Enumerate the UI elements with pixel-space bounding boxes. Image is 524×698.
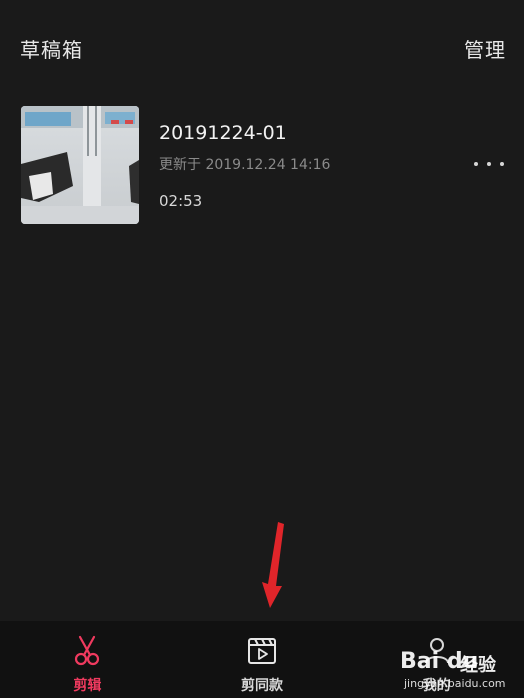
scissors-icon: [75, 635, 100, 666]
red-arrow-annotation: [262, 522, 284, 608]
clapperboard-icon: [248, 638, 276, 664]
more-icon[interactable]: [474, 154, 504, 174]
draft-item[interactable]: 20191224-01 更新于 2019.12.24 14:16 02:53: [0, 104, 524, 226]
thumbnail-image: [21, 106, 139, 224]
more-dot: [500, 162, 504, 166]
tab-edit[interactable]: 剪辑: [0, 621, 175, 698]
watermark-jingyan: 经验: [460, 655, 496, 676]
watermark-url: jingyan.baidu.com: [404, 677, 506, 690]
tab-template-label: 剪同款: [241, 678, 283, 694]
draft-thumbnail[interactable]: [21, 106, 139, 224]
tab-edit-label: 剪辑: [73, 678, 102, 694]
more-dot: [487, 162, 491, 166]
draft-duration: 02:53: [159, 192, 203, 210]
more-dot: [474, 162, 478, 166]
page-title: 草稿箱: [20, 38, 83, 62]
manage-button[interactable]: 管理: [464, 34, 506, 63]
tab-template[interactable]: 剪同款: [175, 621, 350, 698]
draft-name: 20191224-01: [159, 122, 287, 144]
draft-updated-time: 更新于 2019.12.24 14:16: [159, 157, 331, 173]
header: 草稿箱 管理: [0, 0, 524, 96]
baidu-jingyan-watermark: Bai du 经验 jingyan.baidu.com: [400, 627, 524, 698]
